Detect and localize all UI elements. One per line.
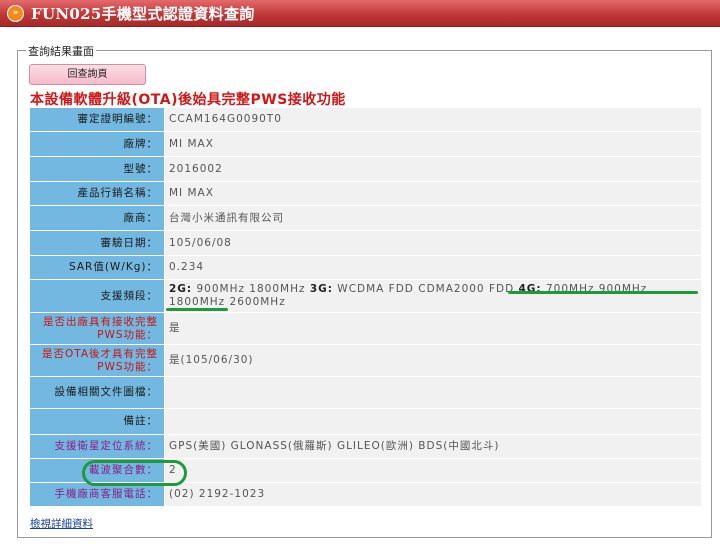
row-label-cert-no: 審定證明編號： [29,107,165,132]
table-row: 支援衛星定位系統： GPS(美國) GLONASS(俄羅斯) GLILEO(歐洲… [29,434,702,459]
certification-table: 審定證明編號： CCAM164G0090T0 廠牌： MI MAX 型號： 20… [29,107,702,507]
table-row: 廠牌： MI MAX [29,131,702,157]
row-value-factory-pws: 是 [164,312,702,345]
row-value-sar: 0.234 [164,255,702,280]
row-label-model: 型號： [29,156,165,182]
band-2g-label: 2G: [169,283,193,295]
row-label-factory-pws: 是否出廠具有接收完整PWS功能： [29,312,165,345]
row-label-marketing-name: 產品行銷名稱： [29,181,165,206]
title-bar: » FUN025手機型式認證資料查詢 [0,0,720,27]
table-row: SAR值(W/Kg)： 0.234 [29,255,702,280]
table-row: 設備相關文件圖檔： [29,376,702,409]
table-row: 備註： [29,408,702,435]
pws-notice-heading: 本設備軟體升級(OTA)後始具完整PWS接收功能 [30,92,346,108]
table-row: 是否OTA後才具有完整PWS功能： 是(105/06/30) [29,344,702,377]
table-row: 產品行銷名稱： MI MAX [29,181,702,206]
back-to-search-button[interactable]: 回查詢頁 [29,64,146,85]
table-row: 廠商： 台灣小米通訊有限公司 [29,205,702,231]
row-value-remarks [164,408,702,435]
row-label-gnss: 支援衛星定位系統： [29,434,165,459]
band-2g-annotation-underline [166,308,228,311]
fieldset-legend: 查詢結果畫面 [26,43,96,59]
row-value-gnss: GPS(美國) GLONASS(俄羅斯) GLILEO(歐洲) BDS(中國北斗… [164,434,702,459]
row-label-sar: SAR值(W/Kg)： [29,255,165,280]
double-chevron-right-icon: » [7,5,24,22]
band-3g-value: WCDMA FDD CDMA2000 FDD [332,283,519,295]
row-value-service-phone: (02) 2192-1023 [164,482,702,507]
row-label-documents: 設備相關文件圖檔： [29,376,165,409]
view-details-link[interactable]: 檢視詳細資料 [30,516,93,531]
row-label-service-phone: 手機廠商客服電話： [29,482,165,507]
row-label-inspection-date: 審驗日期： [29,230,165,256]
row-value-manufacturer: 台灣小米通訊有限公司 [164,205,702,231]
band-3g-label: 3G: [309,283,333,295]
table-row: 是否出廠具有接收完整PWS功能： 是 [29,312,702,345]
row-value-bands: 2G: 900MHz 1800MHz 3G: WCDMA FDD CDMA200… [164,279,702,313]
row-label-brand: 廠牌： [29,131,165,157]
table-row: 審定證明編號： CCAM164G0090T0 [29,107,702,132]
row-label-remarks: 備註： [29,408,165,435]
row-value-ota-pws: 是(105/06/30) [164,344,702,377]
row-value-marketing-name: MI MAX [164,181,702,206]
row-value-model: 2016002 [164,156,702,182]
row-label-ota-pws: 是否OTA後才具有完整PWS功能： [29,344,165,377]
carrier-aggregation-annotation-circle [82,460,187,486]
row-value-brand: MI MAX [164,131,702,157]
table-row: 型號： 2016002 [29,156,702,182]
band-4g-annotation-underline [508,291,698,294]
table-row: 審驗日期： 105/06/08 [29,230,702,256]
row-value-carrier-aggregation: 2 [164,458,702,483]
table-row: 支援頻段： 2G: 900MHz 1800MHz 3G: WCDMA FDD C… [29,279,702,313]
band-2g-value: 900MHz 1800MHz [192,283,310,295]
table-row: 手機廠商客服電話： (02) 2192-1023 [29,482,702,507]
window-title: FUN025手機型式認證資料查詢 [31,5,255,23]
row-label-manufacturer: 廠商： [29,205,165,231]
row-value-cert-no: CCAM164G0090T0 [164,107,702,132]
row-value-inspection-date: 105/06/08 [164,230,702,256]
row-label-bands: 支援頻段： [29,279,165,313]
row-value-documents [164,376,702,409]
